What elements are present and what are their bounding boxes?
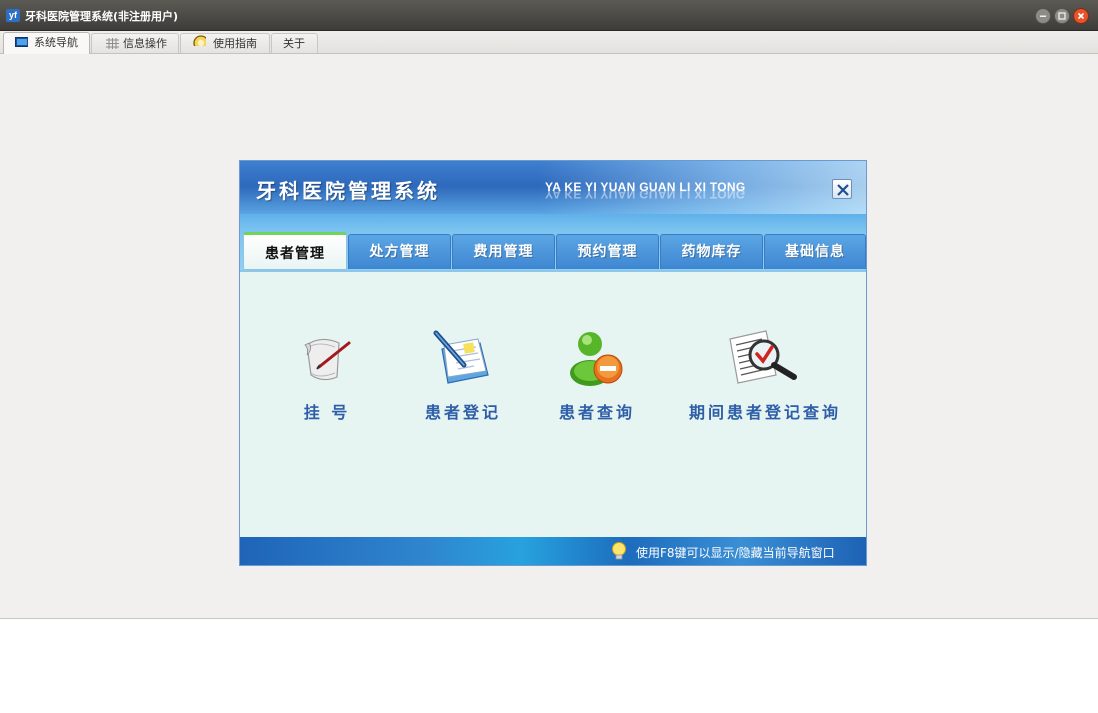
- document-magnifier-icon: [729, 330, 797, 384]
- footer-hint: 使用F8键可以显示/隐藏当前导航窗口: [636, 546, 835, 560]
- grid-icon: [106, 38, 119, 49]
- period-patient-query-label: 期间患者登记查询: [688, 403, 841, 422]
- maximize-icon: [1058, 12, 1066, 20]
- navigation-footer: 使用F8键可以显示/隐藏当前导航窗口: [240, 537, 866, 565]
- main-tab-bar: 系统导航 信息操作 使用指南 关于: [0, 31, 1098, 54]
- app-window: yf 牙科医院管理系统(非注册用户) 系统导航 信息操作 使用指南 关于 牙科医…: [0, 0, 1098, 619]
- patient-registration-label: 患者登记: [424, 403, 501, 422]
- patient-registration-button[interactable]: 患者登记: [418, 327, 508, 423]
- navigation-panel: 牙科医院管理系统 YA KE YI YUAN GUAN LI XI TONG Y…: [239, 160, 867, 566]
- minimize-button[interactable]: [1035, 8, 1051, 24]
- tab-basic-info[interactable]: 基础信息: [764, 234, 866, 269]
- patient-query-label: 患者查询: [558, 403, 635, 422]
- user-search-icon: [570, 332, 623, 386]
- close-icon: [837, 184, 849, 196]
- tab-drug-inventory[interactable]: 药物库存: [660, 234, 763, 269]
- tab-user-guide[interactable]: 使用指南: [180, 33, 270, 53]
- monitor-icon: [15, 37, 28, 47]
- tab-info-operations[interactable]: 信息操作: [91, 33, 179, 53]
- navigation-tab-strip: 患者管理 处方管理 费用管理 预约管理 药物库存 基础信息: [240, 214, 866, 272]
- minimize-icon: [1040, 15, 1046, 17]
- close-icon: [1077, 12, 1085, 20]
- title-bar[interactable]: yf 牙科医院管理系统(非注册用户): [0, 0, 1098, 31]
- tab-about[interactable]: 关于: [271, 33, 318, 53]
- window-title: 牙科医院管理系统(非注册用户): [25, 10, 179, 23]
- tab-fee-management[interactable]: 费用管理: [452, 234, 555, 269]
- tab-appointment-management[interactable]: 预约管理: [556, 234, 659, 269]
- tab-label: 系统导航: [34, 36, 78, 49]
- registration-button[interactable]: 挂 号: [289, 327, 365, 423]
- tab-patient-management[interactable]: 患者管理: [243, 232, 347, 270]
- period-patient-query-button[interactable]: 期间患者登记查询: [680, 327, 850, 423]
- scroll-pen-icon: [304, 338, 351, 381]
- navigation-body: 挂 号 患者登记 患者查询 期间患者登记查询: [240, 272, 866, 537]
- tab-system-navigation[interactable]: 系统导航: [3, 32, 90, 54]
- app-logo-icon: yf: [6, 9, 20, 22]
- patient-query-button[interactable]: 患者查询: [552, 327, 642, 423]
- navigation-close-button[interactable]: [832, 179, 852, 199]
- tab-label: 使用指南: [213, 37, 257, 50]
- document-pen-icon: [433, 330, 489, 384]
- lightbulb-icon: [612, 542, 626, 560]
- maximize-button[interactable]: [1054, 8, 1070, 24]
- registration-label: 挂 号: [303, 403, 351, 422]
- tab-label: 关于: [283, 37, 305, 50]
- help-circle-icon: [193, 35, 206, 46]
- close-button[interactable]: [1073, 8, 1089, 24]
- navigation-header: 牙科医院管理系统 YA KE YI YUAN GUAN LI XI TONG Y…: [240, 161, 866, 214]
- tab-label: 信息操作: [123, 37, 167, 50]
- navigation-title: 牙科医院管理系统: [256, 179, 440, 203]
- navigation-pinyin: YA KE YI YUAN GUAN LI XI TONG: [545, 180, 746, 194]
- tab-prescription-management[interactable]: 处方管理: [348, 234, 451, 269]
